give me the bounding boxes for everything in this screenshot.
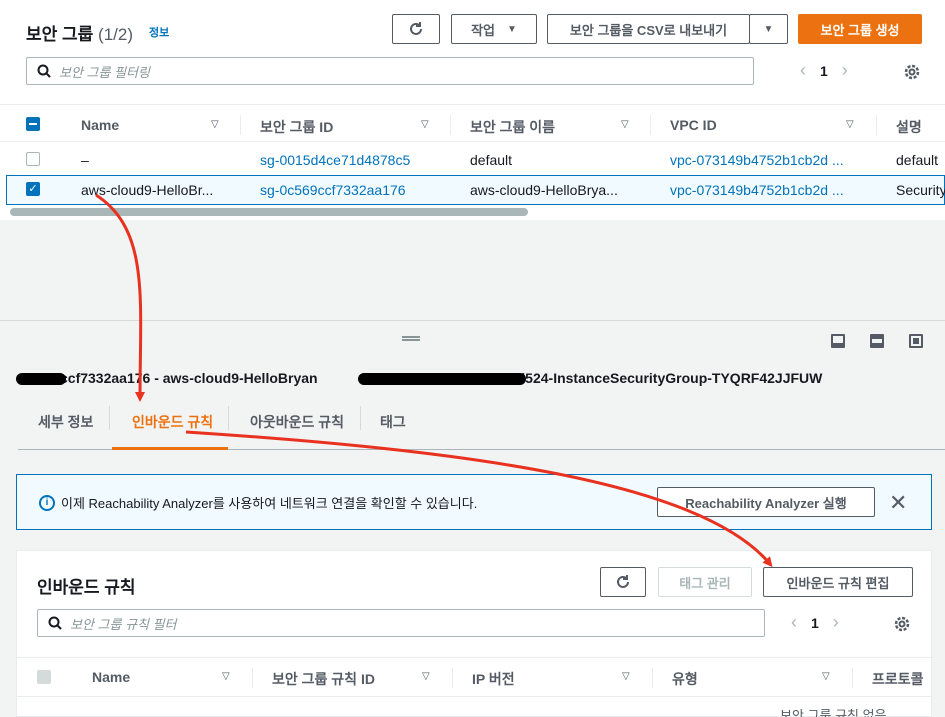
column-header-name[interactable]: Name: [92, 669, 130, 685]
sort-icon[interactable]: ▽: [421, 119, 429, 130]
sort-icon[interactable]: ▽: [621, 119, 629, 130]
info-link[interactable]: 정보: [149, 24, 169, 40]
panel-splitter[interactable]: [0, 320, 945, 321]
pagination: ‹ 1 ›: [791, 612, 839, 633]
security-groups-panel: 보안 그룹 (1/2) 정보 작업 ▼ 보안 그룹을 CSV로 내보내기 ▼ 보안…: [0, 0, 945, 220]
info-icon: i: [39, 495, 55, 511]
gear-icon[interactable]: [903, 63, 921, 81]
page-number[interactable]: 1: [811, 615, 819, 631]
refresh-button[interactable]: [392, 14, 440, 44]
cell-vpc-id[interactable]: vpc-073149b4752b1cb2d ...: [670, 152, 870, 168]
cell-group-name: aws-cloud9-HelloBrya...: [470, 182, 618, 198]
chevron-left-icon[interactable]: ‹: [800, 60, 806, 81]
search-placeholder: 보안 그룹 필터링: [59, 64, 150, 80]
refresh-button[interactable]: [600, 567, 646, 597]
cell-name: aws-cloud9-HelloBr...: [81, 182, 214, 198]
sort-icon[interactable]: ▽: [211, 119, 219, 130]
chevron-right-icon[interactable]: ›: [833, 612, 839, 633]
sort-icon[interactable]: ▽: [846, 119, 854, 130]
page-title: 보안 그룹 (1/2): [26, 25, 133, 44]
drag-handle-icon[interactable]: [402, 336, 420, 341]
sort-icon[interactable]: ▽: [222, 671, 230, 682]
refresh-icon: [617, 575, 629, 588]
table-header: Name ▽ 보안 그룹 ID ▽ 보안 그룹 이름 ▽ VPC ID ▽ 설명: [0, 104, 945, 142]
caret-down-icon: ▼: [507, 23, 517, 35]
edit-inbound-rules-button[interactable]: 인바운드 규칙 편집: [763, 567, 913, 597]
chevron-left-icon[interactable]: ‹: [791, 612, 797, 633]
panel-split-icon[interactable]: [870, 334, 884, 348]
search-icon: [37, 64, 51, 78]
page-number[interactable]: 1: [820, 63, 828, 79]
cell-description: Security: [896, 182, 945, 198]
security-group-search-input[interactable]: 보안 그룹 필터링: [26, 57, 754, 85]
column-header-group-id[interactable]: 보안 그룹 ID: [260, 117, 333, 137]
horizontal-scrollbar[interactable]: [10, 208, 528, 216]
panel-bottom-icon[interactable]: [831, 334, 845, 348]
column-header-type[interactable]: 유형: [672, 669, 698, 689]
panel-full-icon[interactable]: [909, 334, 923, 348]
cell-description: default: [896, 152, 939, 168]
select-all-checkbox[interactable]: [26, 117, 40, 131]
cell-vpc-id[interactable]: vpc-073149b4752b1cb2d ...: [670, 182, 870, 198]
table-row[interactable]: – sg-0015d4ce71d4878c5 default vpc-07314…: [0, 145, 945, 175]
rules-table-header: Name ▽ 보안 그룹 규칙 ID ▽ IP 버전 ▽ 유형 ▽ 프로토콜: [17, 657, 933, 697]
row-checkbox[interactable]: [26, 152, 40, 166]
search-placeholder: 보안 그룹 규칙 필터: [70, 616, 177, 632]
inbound-rules-title: 인바운드 규칙: [37, 578, 136, 597]
banner-message: 이제 Reachability Analyzer를 사용하여 네트워크 연결을 …: [61, 496, 478, 511]
export-dropdown-button[interactable]: ▼: [749, 14, 788, 44]
column-header-description[interactable]: 설명: [896, 117, 922, 137]
column-header-ip-version[interactable]: IP 버전: [472, 669, 515, 689]
redaction-mark: [16, 373, 66, 385]
search-icon: [48, 616, 62, 630]
rules-search-input[interactable]: 보안 그룹 규칙 필터: [37, 609, 765, 637]
tab-inbound-rules[interactable]: 인바운드 규칙: [132, 412, 213, 432]
chevron-right-icon[interactable]: ›: [842, 60, 848, 81]
detail-tabs: 세부 정보 인바운드 규칙 아웃바운드 규칙 태그: [18, 400, 945, 450]
caret-down-icon: ▼: [763, 23, 774, 35]
annotation-arrow-to-tab: [95, 193, 146, 402]
pagination: ‹ 1 ›: [800, 60, 848, 81]
row-checkbox-checked[interactable]: ✓: [26, 182, 40, 196]
sort-icon[interactable]: ▽: [822, 671, 830, 682]
export-csv-button[interactable]: 보안 그룹을 CSV로 내보내기: [547, 14, 750, 44]
refresh-icon: [410, 22, 422, 35]
sort-icon[interactable]: ▽: [622, 671, 630, 682]
select-all-checkbox[interactable]: [37, 670, 51, 684]
column-header-rule-id[interactable]: 보안 그룹 규칙 ID: [272, 669, 375, 689]
column-header-vpc-id[interactable]: VPC ID: [670, 117, 717, 133]
cell-name: –: [81, 152, 89, 168]
column-header-name[interactable]: Name: [81, 117, 119, 133]
empty-state-text: 보안 그룹 규칙 없음: [780, 708, 887, 717]
cell-group-name: default: [470, 152, 513, 168]
info-banner: i 이제 Reachability Analyzer를 사용하여 네트워크 연결…: [16, 474, 932, 530]
inbound-rules-panel: 인바운드 규칙 태그 관리 인바운드 규칙 편집 보안 그룹 규칙 필터 ‹ 1…: [16, 550, 933, 717]
column-header-protocol[interactable]: 프로토콜: [872, 669, 924, 689]
active-tab-indicator: [112, 447, 228, 450]
tab-details[interactable]: 세부 정보: [38, 412, 93, 432]
table-row-selected[interactable]: ✓ aws-cloud9-HelloBr... sg-0c569ccf7332a…: [6, 175, 945, 205]
column-header-group-name[interactable]: 보안 그룹 이름: [470, 117, 555, 137]
sort-icon[interactable]: ▽: [422, 671, 430, 682]
create-security-group-button[interactable]: 보안 그룹 생성: [798, 14, 922, 44]
manage-tags-button[interactable]: 태그 관리: [658, 567, 752, 597]
cell-group-id[interactable]: sg-0c569ccf7332aa176: [260, 182, 440, 198]
redaction-mark: [358, 373, 526, 385]
run-reachability-analyzer-button[interactable]: Reachability Analyzer 실행: [657, 487, 875, 517]
close-icon[interactable]: ✕: [889, 490, 907, 516]
cell-group-id[interactable]: sg-0015d4ce71d4878c5: [260, 152, 440, 168]
actions-dropdown[interactable]: 작업 ▼: [451, 14, 537, 44]
gear-icon[interactable]: [893, 615, 911, 633]
tab-outbound-rules[interactable]: 아웃바운드 규칙: [250, 412, 344, 432]
tab-tags[interactable]: 태그: [380, 412, 406, 432]
